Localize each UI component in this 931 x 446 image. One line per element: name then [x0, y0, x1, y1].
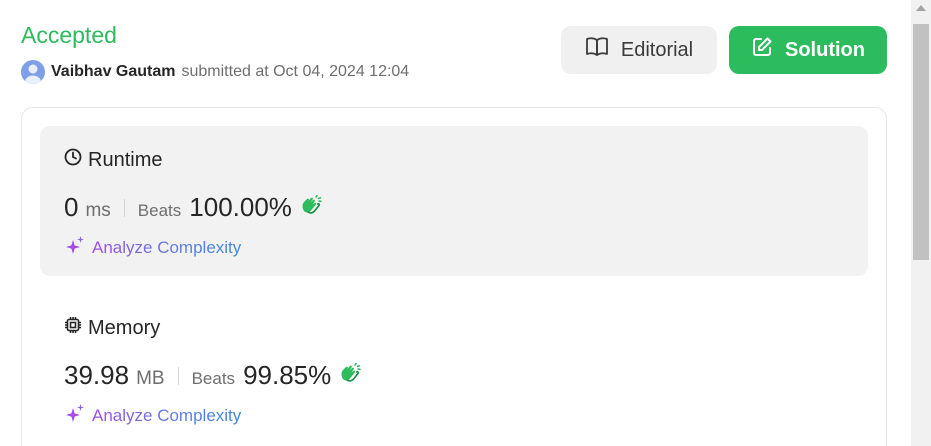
runtime-header: Runtime	[64, 148, 162, 172]
runtime-label: Runtime	[88, 148, 163, 171]
clock-icon	[64, 148, 82, 172]
runtime-value: 0	[64, 192, 79, 222]
memory-unit: MB	[136, 368, 165, 389]
edit-square-icon	[751, 36, 773, 64]
memory-beats-label: Beats	[191, 369, 236, 388]
memory-analyze-complexity-link[interactable]: Analyze Complexity	[64, 402, 241, 429]
memory-panel[interactable]: Memory 39.98 MB Beats 99.85% Analyze Com…	[40, 294, 868, 444]
memory-values: 39.98 MB Beats 99.85%	[64, 360, 361, 391]
memory-label: Memory	[88, 316, 161, 339]
chip-icon	[64, 316, 82, 340]
scrollbar-thumb[interactable]	[913, 24, 929, 260]
username-link[interactable]: Vaibhav Gautam	[51, 63, 176, 81]
memory-beats-percent: 99.85%	[243, 360, 332, 390]
sparkle-icon	[64, 402, 86, 429]
solution-label: Solution	[785, 38, 865, 61]
runtime-unit: ms	[85, 200, 111, 221]
scroll-up-arrow-icon[interactable]	[916, 5, 926, 11]
sparkle-icon	[64, 234, 86, 261]
submitted-timestamp: submitted at Oct 04, 2024 12:04	[181, 63, 410, 80]
clap-icon	[300, 194, 322, 220]
runtime-beats-percent: 100.00%	[189, 192, 292, 222]
results-card: Runtime 0 ms Beats 100.00% Analyze Compl…	[21, 107, 887, 446]
memory-analyze-label: Analyze Complexity	[92, 405, 242, 425]
status-title: Accepted	[21, 22, 117, 48]
editorial-label: Editorial	[620, 38, 694, 61]
submitter-row: Vaibhav Gautam submitted at Oct 04, 2024…	[21, 60, 409, 84]
submission-result-page: Accepted Vaibhav Gautam submitted at Oct…	[0, 0, 931, 446]
book-open-icon	[585, 36, 609, 64]
solution-button[interactable]: Solution	[729, 26, 887, 74]
memory-divider	[177, 366, 179, 385]
editorial-button[interactable]: Editorial	[561, 26, 717, 74]
user-avatar-icon[interactable]	[21, 60, 45, 84]
runtime-values: 0 ms Beats 100.00%	[64, 192, 322, 223]
runtime-analyze-label: Analyze Complexity	[92, 237, 242, 257]
memory-header: Memory	[64, 316, 160, 340]
runtime-divider	[123, 198, 125, 217]
runtime-beats-label: Beats	[137, 201, 182, 220]
runtime-analyze-complexity-link[interactable]: Analyze Complexity	[64, 234, 241, 261]
vertical-scrollbar[interactable]	[911, 0, 931, 446]
memory-value: 39.98	[64, 360, 130, 390]
clap-icon	[339, 362, 361, 388]
runtime-panel[interactable]: Runtime 0 ms Beats 100.00% Analyze Compl…	[40, 126, 868, 276]
